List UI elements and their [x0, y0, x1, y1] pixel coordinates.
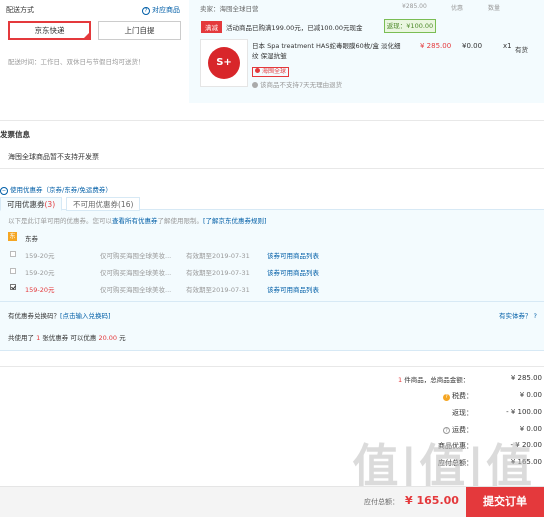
- help-icon: ?: [443, 394, 450, 401]
- delivery-time-note: 配送时间：工作日、双休日与节假日均可送货！: [8, 58, 145, 66]
- coupon-divider: [0, 301, 544, 302]
- cashback-value: - ¥ 100.00: [506, 408, 542, 416]
- self-pickup-option[interactable]: 上门自提: [98, 21, 181, 40]
- coupon-amount: 159-20元: [25, 252, 55, 260]
- footer-pay-label: 应付总额：: [364, 498, 399, 506]
- coupon-box: [0, 209, 544, 351]
- coupon-expiry: 有效期至2019-07-31: [186, 269, 250, 277]
- divider: [0, 120, 544, 121]
- invoice-title: 发票信息: [0, 130, 30, 139]
- footer-pay-value: ¥ 165.00: [405, 494, 459, 507]
- coupon-desc: 仅可购买海囤全球美妆...: [100, 286, 172, 294]
- tab-available-coupons[interactable]: 可用优惠券(3): [0, 197, 63, 211]
- checkout-bar: 应付总额： ¥ 165.00 提交订单: [0, 486, 544, 517]
- globe-icon: [255, 68, 260, 73]
- product-image[interactable]: S+: [200, 39, 248, 87]
- coupon-amount: 159-20元: [25, 269, 55, 277]
- coupon-products-link[interactable]: 该券可用商品列表: [267, 284, 319, 294]
- view-all-coupons-link[interactable]: 查看所有优惠券: [112, 217, 158, 225]
- product-stock: 有货: [515, 46, 528, 54]
- global-badge: 海囤全球: [252, 67, 290, 77]
- header-col-price: ¥285.00: [402, 3, 427, 10]
- exchange-code-line: 有优惠券兑换码？[点击输入兑换码]: [8, 312, 111, 320]
- coupon-desc: 仅可购买海囤全球美妆...: [100, 269, 172, 277]
- coupon-rules-link[interactable]: [了解京东优惠券规则]: [203, 217, 267, 225]
- coupon-products-link[interactable]: 该券可用商品列表: [267, 267, 319, 277]
- product-title[interactable]: 日本 Spa treatment HAS蛇毒眼膜60枚/盒 淡化细纹 保湿抗皱: [252, 41, 402, 61]
- help-icon: ?: [142, 7, 150, 15]
- tax-value: ¥ 0.00: [519, 391, 542, 399]
- dongquan-icon: 东: [8, 232, 17, 241]
- product-logo-icon: S+: [208, 47, 240, 79]
- coupon-products-link[interactable]: 该券可用商品列表: [267, 250, 319, 260]
- promo-text: 活动商品已购满199.00元，已减100.00元现金: [226, 24, 363, 32]
- promo-tag: 满减: [201, 21, 222, 33]
- total-goods-amount: ¥ 285.00: [510, 374, 542, 382]
- header-col-qty: 数量: [488, 5, 501, 12]
- divider: [0, 168, 544, 169]
- info-icon: [252, 82, 258, 88]
- jd-express-option[interactable]: 京东快递: [8, 21, 91, 40]
- coupon-usage-summary: 共使用了 1 张优惠券 可以优惠 20.00 元: [8, 334, 126, 342]
- product-price: ¥ 285.00: [420, 42, 452, 50]
- divider: [0, 366, 544, 367]
- cashback-label: 返现：: [452, 409, 473, 417]
- seller-line: 卖家：海囤全球日营: [200, 5, 259, 13]
- coupon-expiry: 有效期至2019-07-31: [186, 252, 250, 260]
- dongquan-label: 东券: [25, 235, 38, 243]
- coupon-notice: 以下是此订单可用的优惠券。您可以查看所有优惠券了解使用限制。[了解京东优惠券规则…: [8, 217, 267, 225]
- header-col-discount: 优惠: [451, 5, 464, 12]
- tab-unavailable-coupons[interactable]: 不可用优惠券(16): [66, 197, 141, 211]
- product-discount: ¥0.00: [462, 42, 483, 50]
- selected-corner-icon: [83, 32, 90, 39]
- delivery-label: 配送方式: [6, 6, 34, 14]
- coupon-checkbox-checked[interactable]: [10, 284, 16, 290]
- submit-order-button[interactable]: 提交订单: [466, 487, 544, 517]
- corresponding-products-link[interactable]: ? 对应商品: [142, 5, 180, 15]
- help-icon: ?: [533, 312, 537, 320]
- product-qty: x1: [503, 42, 512, 50]
- collapse-icon: −: [0, 187, 8, 195]
- invoice-note: 海囤全球商品暂不支持开发票: [8, 153, 99, 161]
- coupon-checkbox[interactable]: [10, 251, 16, 257]
- enter-exchange-code-link[interactable]: [点击输入兑换码]: [60, 312, 111, 320]
- coupon-amount: 159-20元: [25, 286, 55, 294]
- use-coupon-toggle[interactable]: − 使用优惠券（京券/东券/免运费券）: [0, 184, 112, 195]
- coupon-desc: 仅可购买海囤全球美妆...: [100, 252, 172, 260]
- physical-coupon-link[interactable]: 有实体券？?: [499, 310, 537, 320]
- total-count-line: 1 件商品，总商品金额：: [398, 376, 470, 384]
- tax-label: ? 税费：: [393, 391, 473, 401]
- return-policy: 该商品不支持7天无理由退货: [252, 79, 342, 89]
- coupon-checkbox[interactable]: [10, 268, 16, 274]
- cashback-button[interactable]: 返现：¥100.00: [384, 19, 436, 33]
- coupon-expiry: 有效期至2019-07-31: [186, 286, 250, 294]
